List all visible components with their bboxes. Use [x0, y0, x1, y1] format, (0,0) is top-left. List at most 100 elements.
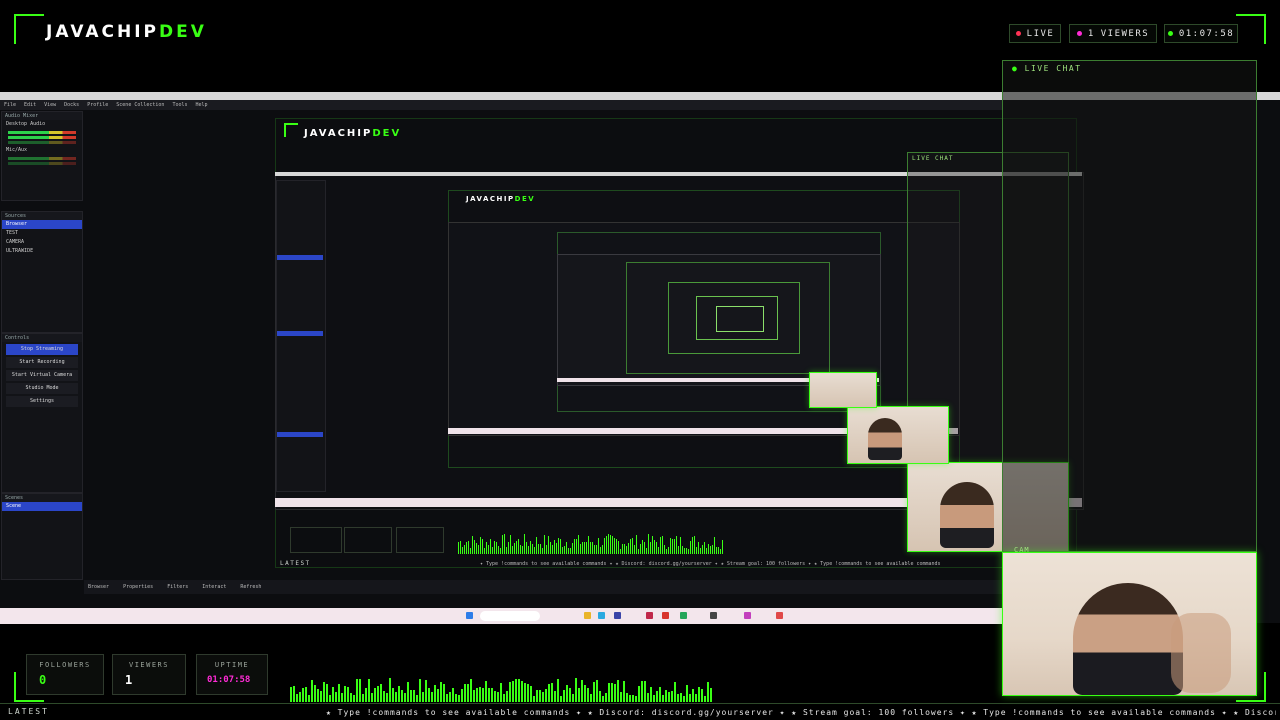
obs-menu-item[interactable]: Docks — [64, 102, 79, 108]
waveform-bar — [560, 696, 562, 702]
obs-menu-item[interactable]: Tools — [172, 102, 187, 108]
waveform-bar — [425, 680, 427, 702]
audio-mixer-dock: Audio Mixer Desktop Audio Mic/Aux — [1, 111, 83, 201]
obs-source-toolbar: Browser Properties Filters Interact Refresh — [84, 580, 1002, 594]
latest-label: LATEST — [8, 707, 49, 716]
chat-dot-icon: ● — [1012, 64, 1019, 73]
waveform-bar — [653, 695, 655, 702]
waveform-bar — [642, 540, 643, 554]
waveform-bar — [401, 690, 403, 702]
waveform-bar — [707, 682, 709, 702]
obs-toolbar-button[interactable]: Browser — [88, 584, 109, 590]
waveform-bar — [688, 549, 689, 554]
audio-waveform — [290, 678, 712, 702]
uptime-value: 01:07:58 — [1178, 28, 1235, 39]
nested-cam-person-2 — [868, 418, 902, 460]
waveform-bar — [551, 683, 553, 702]
taskbar-app-icon[interactable] — [614, 612, 621, 619]
taskbar-app-icon[interactable] — [680, 612, 687, 619]
live-label: LIVE — [1026, 28, 1055, 39]
waveform-bar — [666, 549, 667, 554]
obs-toolbar-button[interactable]: Properties — [123, 584, 153, 590]
waveform-bar — [628, 543, 629, 554]
obs-menu-item[interactable]: View — [44, 102, 56, 108]
viewers-dot-icon — [1076, 31, 1082, 36]
taskbar-app-icon[interactable] — [646, 612, 653, 619]
waveform-bar — [590, 694, 592, 702]
waveform-bar — [474, 540, 475, 554]
waveform-bar — [702, 545, 703, 554]
source-item[interactable]: TEST — [2, 229, 82, 238]
waveform-bar — [386, 693, 388, 702]
waveform-bar — [635, 696, 637, 702]
waveform-bar — [470, 548, 471, 554]
start-virtual-camera-button[interactable]: Start Virtual Camera — [6, 370, 78, 381]
waveform-bar — [686, 685, 688, 702]
start-recording-button[interactable]: Start Recording — [6, 357, 78, 368]
obs-menu-item[interactable]: Help — [196, 102, 208, 108]
waveform-bar — [616, 539, 617, 554]
waveform-bar — [464, 684, 466, 702]
obs-menu-item[interactable]: Profile — [87, 102, 108, 108]
waveform-bar — [534, 547, 535, 554]
waveform-bar — [560, 539, 561, 554]
waveform-bar — [476, 688, 478, 702]
waveform-bar — [548, 536, 549, 554]
waveform-bar — [629, 695, 631, 702]
studio-mode-button[interactable]: Studio Mode — [6, 383, 78, 394]
taskbar-app-icon[interactable] — [662, 612, 669, 619]
waveform-bar — [695, 694, 697, 702]
waveform-bar — [554, 540, 555, 554]
nested-selected-control — [277, 331, 323, 336]
obs-menu-item[interactable]: File — [4, 102, 16, 108]
taskbar-app-icon[interactable] — [776, 612, 783, 619]
waveform-bar — [461, 689, 463, 702]
waveform-bar — [460, 541, 461, 554]
obs-toolbar-button[interactable]: Interact — [202, 584, 226, 590]
nested-latest: LATEST — [280, 560, 311, 567]
obs-toolbar-button[interactable]: Refresh — [240, 584, 261, 590]
waveform-bar — [434, 685, 436, 702]
waveform-bar — [536, 537, 537, 554]
uptime-badge: 01:07:58 — [1164, 24, 1238, 43]
waveform-bar — [704, 542, 705, 554]
waveform-bar — [564, 546, 565, 554]
taskbar-app-icon[interactable] — [710, 612, 717, 619]
waveform-bar — [656, 691, 658, 702]
nested-brand: JAVACHIPDEV — [304, 128, 402, 139]
waveform-bar — [506, 691, 508, 702]
source-item[interactable]: CAMERA — [2, 238, 82, 247]
waveform-bar — [377, 686, 379, 702]
source-item[interactable]: Browser — [2, 220, 82, 229]
controls-title: Controls — [2, 334, 82, 342]
live-chat-title: ● LIVE CHAT — [1012, 64, 1082, 73]
stop-streaming-button[interactable]: Stop Streaming — [6, 344, 78, 355]
news-ticker: ★ Type !commands to see available comman… — [326, 708, 1276, 717]
live-chat-panel — [1002, 60, 1257, 552]
brand-accent: DEV — [158, 22, 207, 42]
waveform-bar — [692, 537, 693, 554]
waveform-bar — [714, 537, 715, 554]
waveform-bar — [602, 696, 604, 702]
scene-item[interactable]: Scene — [2, 502, 82, 511]
waveform-bar — [338, 684, 340, 702]
start-icon[interactable] — [466, 612, 473, 619]
source-item[interactable]: ULTRAWIDE — [2, 247, 82, 256]
waveform-bar — [602, 545, 603, 554]
audio-meter — [8, 162, 76, 165]
uptime-stat: UPTIME 01:07:58 — [196, 654, 268, 695]
waveform-bar — [383, 691, 385, 702]
taskbar-app-icon[interactable] — [744, 612, 751, 619]
waveform-bar — [600, 547, 601, 554]
settings-button[interactable]: Settings — [6, 396, 78, 407]
waveform-bar — [353, 695, 355, 702]
waveform-bar — [659, 687, 661, 702]
taskbar-app-icon[interactable] — [598, 612, 605, 619]
obs-menu-item[interactable]: Edit — [24, 102, 36, 108]
obs-toolbar-button[interactable]: Filters — [167, 584, 188, 590]
obs-menu-item[interactable]: Scene Collection — [116, 102, 164, 108]
waveform-bar — [538, 544, 539, 554]
waveform-bar — [533, 696, 535, 702]
taskbar-search[interactable] — [480, 611, 540, 621]
taskbar-app-icon[interactable] — [584, 612, 591, 619]
